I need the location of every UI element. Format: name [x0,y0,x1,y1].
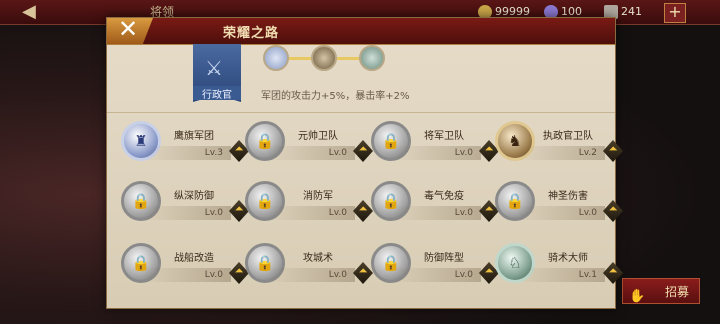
tech-level: Lv.0 [454,208,473,218]
rank-bonus-text: 军团的攻击力+5%，暴击率+2% [261,91,410,102]
tech-name: 毒气免疫 [424,191,464,202]
tech-name: 防御阵型 [424,253,464,264]
tech-level-bar: Lv.0 [267,268,355,282]
tech-level: Lv.0 [328,208,347,218]
tech-level: Lv.3 [204,148,223,158]
tech-level: Lv.0 [328,148,347,158]
tech-node[interactable]: 🔒 Lv.0 战船改造 ⏶ [121,243,249,291]
back-button[interactable]: ◀ [22,2,44,22]
rank-label: 行政官 [193,86,241,101]
upgrade-arrow-icon: ⏶ [358,202,368,215]
tech-name: 鹰旗军团 [174,131,214,142]
tech-level-bar: Lv.0 [267,146,355,160]
tech-level-bar: Lv.0 [393,206,481,220]
tech-name: 将军卫队 [424,131,464,142]
upgrade-button[interactable]: ⏶ [353,262,373,284]
tech-name: 战船改造 [174,253,214,264]
tech-node[interactable]: 🔒 Lv.0 消防军 ⏶ [245,181,373,229]
tech-node[interactable]: ♘ Lv.1 骑术大师 ⏶ [495,243,623,291]
tech-level: Lv.0 [454,148,473,158]
upgrade-button[interactable]: ⏶ [353,200,373,222]
tech-name: 纵深防御 [174,191,214,202]
tech-level-bar: Lv.0 [143,268,231,282]
hand-icon: ✋ [629,289,646,304]
tech-level-bar: Lv.0 [517,206,605,220]
tech-level: Lv.0 [204,208,223,218]
rank-node-eagle-icon[interactable] [263,45,289,71]
tech-node[interactable]: 🔒 Lv.0 防御阵型 ⏶ [371,243,499,291]
tech-level-bar: Lv.0 [267,206,355,220]
tech-level: Lv.2 [578,148,597,158]
tech-node[interactable]: 🔒 Lv.0 毒气免疫 ⏶ [371,181,499,229]
panel-header: ✕ 荣耀之路 [107,18,615,45]
upgrade-button[interactable]: ⏶ [353,140,373,162]
tech-level-bar: Lv.2 [517,146,605,160]
tech-node[interactable]: ♜ Lv.3 鹰旗军团 ⏶ [121,121,249,169]
crossed-swords-icon: ⚔ [205,56,223,80]
tech-node[interactable]: 🔒 Lv.0 纵深防御 ⏶ [121,181,249,229]
tech-level-bar: Lv.0 [143,206,231,220]
tech-level-bar: Lv.3 [143,146,231,160]
tech-level-bar: Lv.0 [393,268,481,282]
tech-level: Lv.0 [578,208,597,218]
panel-title: 荣耀之路 [223,26,280,41]
tech-level: Lv.0 [204,270,223,280]
divider [107,112,615,113]
tech-name: 消防军 [303,191,333,202]
tech-node[interactable]: ♞ Lv.2 执政官卫队 ⏶ [495,121,623,169]
close-button[interactable]: ✕ [107,18,153,44]
add-resource-button[interactable]: + [664,3,686,23]
tech-name: 骑术大师 [548,253,588,264]
tech-node[interactable]: 🔒 Lv.0 神圣伤害 ⏶ [495,181,623,229]
upgrade-arrow-icon: ⏶ [358,264,368,277]
tech-level-bar: Lv.1 [517,268,605,282]
tech-name: 元帅卫队 [298,131,338,142]
rank-progress-line [287,57,313,60]
glory-road-panel: ✕ 荣耀之路 ⚔ 行政官 军团的攻击力+5%，暴击率+2% ♜ Lv.3 鹰旗军团 ⏶… [106,17,623,309]
tech-level: Lv.1 [578,270,597,280]
tech-node[interactable]: 🔒 Lv.0 攻城术 ⏶ [245,243,373,291]
tech-node[interactable]: 🔒 Lv.0 元帅卫队 ⏶ [245,121,373,169]
tech-name: 神圣伤害 [548,191,588,202]
tech-level: Lv.0 [454,270,473,280]
tech-name: 执政官卫队 [543,131,593,142]
upgrade-arrow-icon: ⏶ [358,142,368,155]
rank-progress-line [335,57,361,60]
rank-node-shield-icon[interactable] [311,45,337,71]
recruit-label: 招募 [664,285,689,299]
rank-node-horse-icon[interactable] [359,45,385,71]
close-icon: ✕ [118,15,139,43]
tech-name: 攻城术 [303,253,333,264]
recruit-button[interactable]: ✋ 招募 [622,278,700,304]
tech-node[interactable]: 🔒 Lv.0 将军卫队 ⏶ [371,121,499,169]
tech-level: Lv.0 [328,270,347,280]
tech-level-bar: Lv.0 [393,146,481,160]
